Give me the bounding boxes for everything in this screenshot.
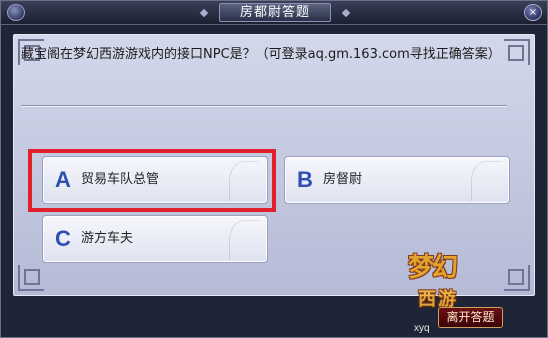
window-title: 房都尉答题 — [219, 3, 331, 22]
question-text: 藏宝阁在梦幻西游游戏内的接口NPC是？（可登录aq.gm.163.com寻找正确… — [21, 47, 501, 62]
close-button[interactable]: × — [524, 4, 542, 21]
diamond-ornament-icon — [199, 8, 209, 18]
bamboo-decoration-icon — [229, 220, 259, 260]
leave-quiz-button[interactable]: 离开答题 — [438, 307, 503, 328]
option-b-button[interactable]: B 房督尉 — [284, 156, 510, 204]
title-bar[interactable]: 房都尉答题 × — [1, 1, 547, 25]
bamboo-decoration-icon — [471, 161, 501, 201]
orb-ornament-icon — [7, 4, 25, 21]
option-letter-b: B — [297, 167, 313, 192]
corner-ornament-icon — [18, 265, 44, 291]
option-letter-c: C — [55, 226, 71, 251]
option-c-button[interactable]: C 游方车夫 — [42, 215, 268, 263]
quiz-window: 房都尉答题 × 藏宝阁在梦幻西游游戏内的接口NPC是？（可登录aq.gm.163… — [0, 0, 548, 338]
divider — [21, 105, 507, 107]
answer-highlight-box — [28, 149, 276, 212]
diamond-ornament-icon — [341, 8, 351, 18]
option-label: 房督尉 — [323, 172, 363, 187]
game-logo: 梦幻 西游 — [408, 253, 528, 311]
watermark: xyq — [414, 323, 430, 334]
logo-text: 梦幻 — [408, 253, 458, 283]
option-label: 游方车夫 — [81, 231, 134, 246]
